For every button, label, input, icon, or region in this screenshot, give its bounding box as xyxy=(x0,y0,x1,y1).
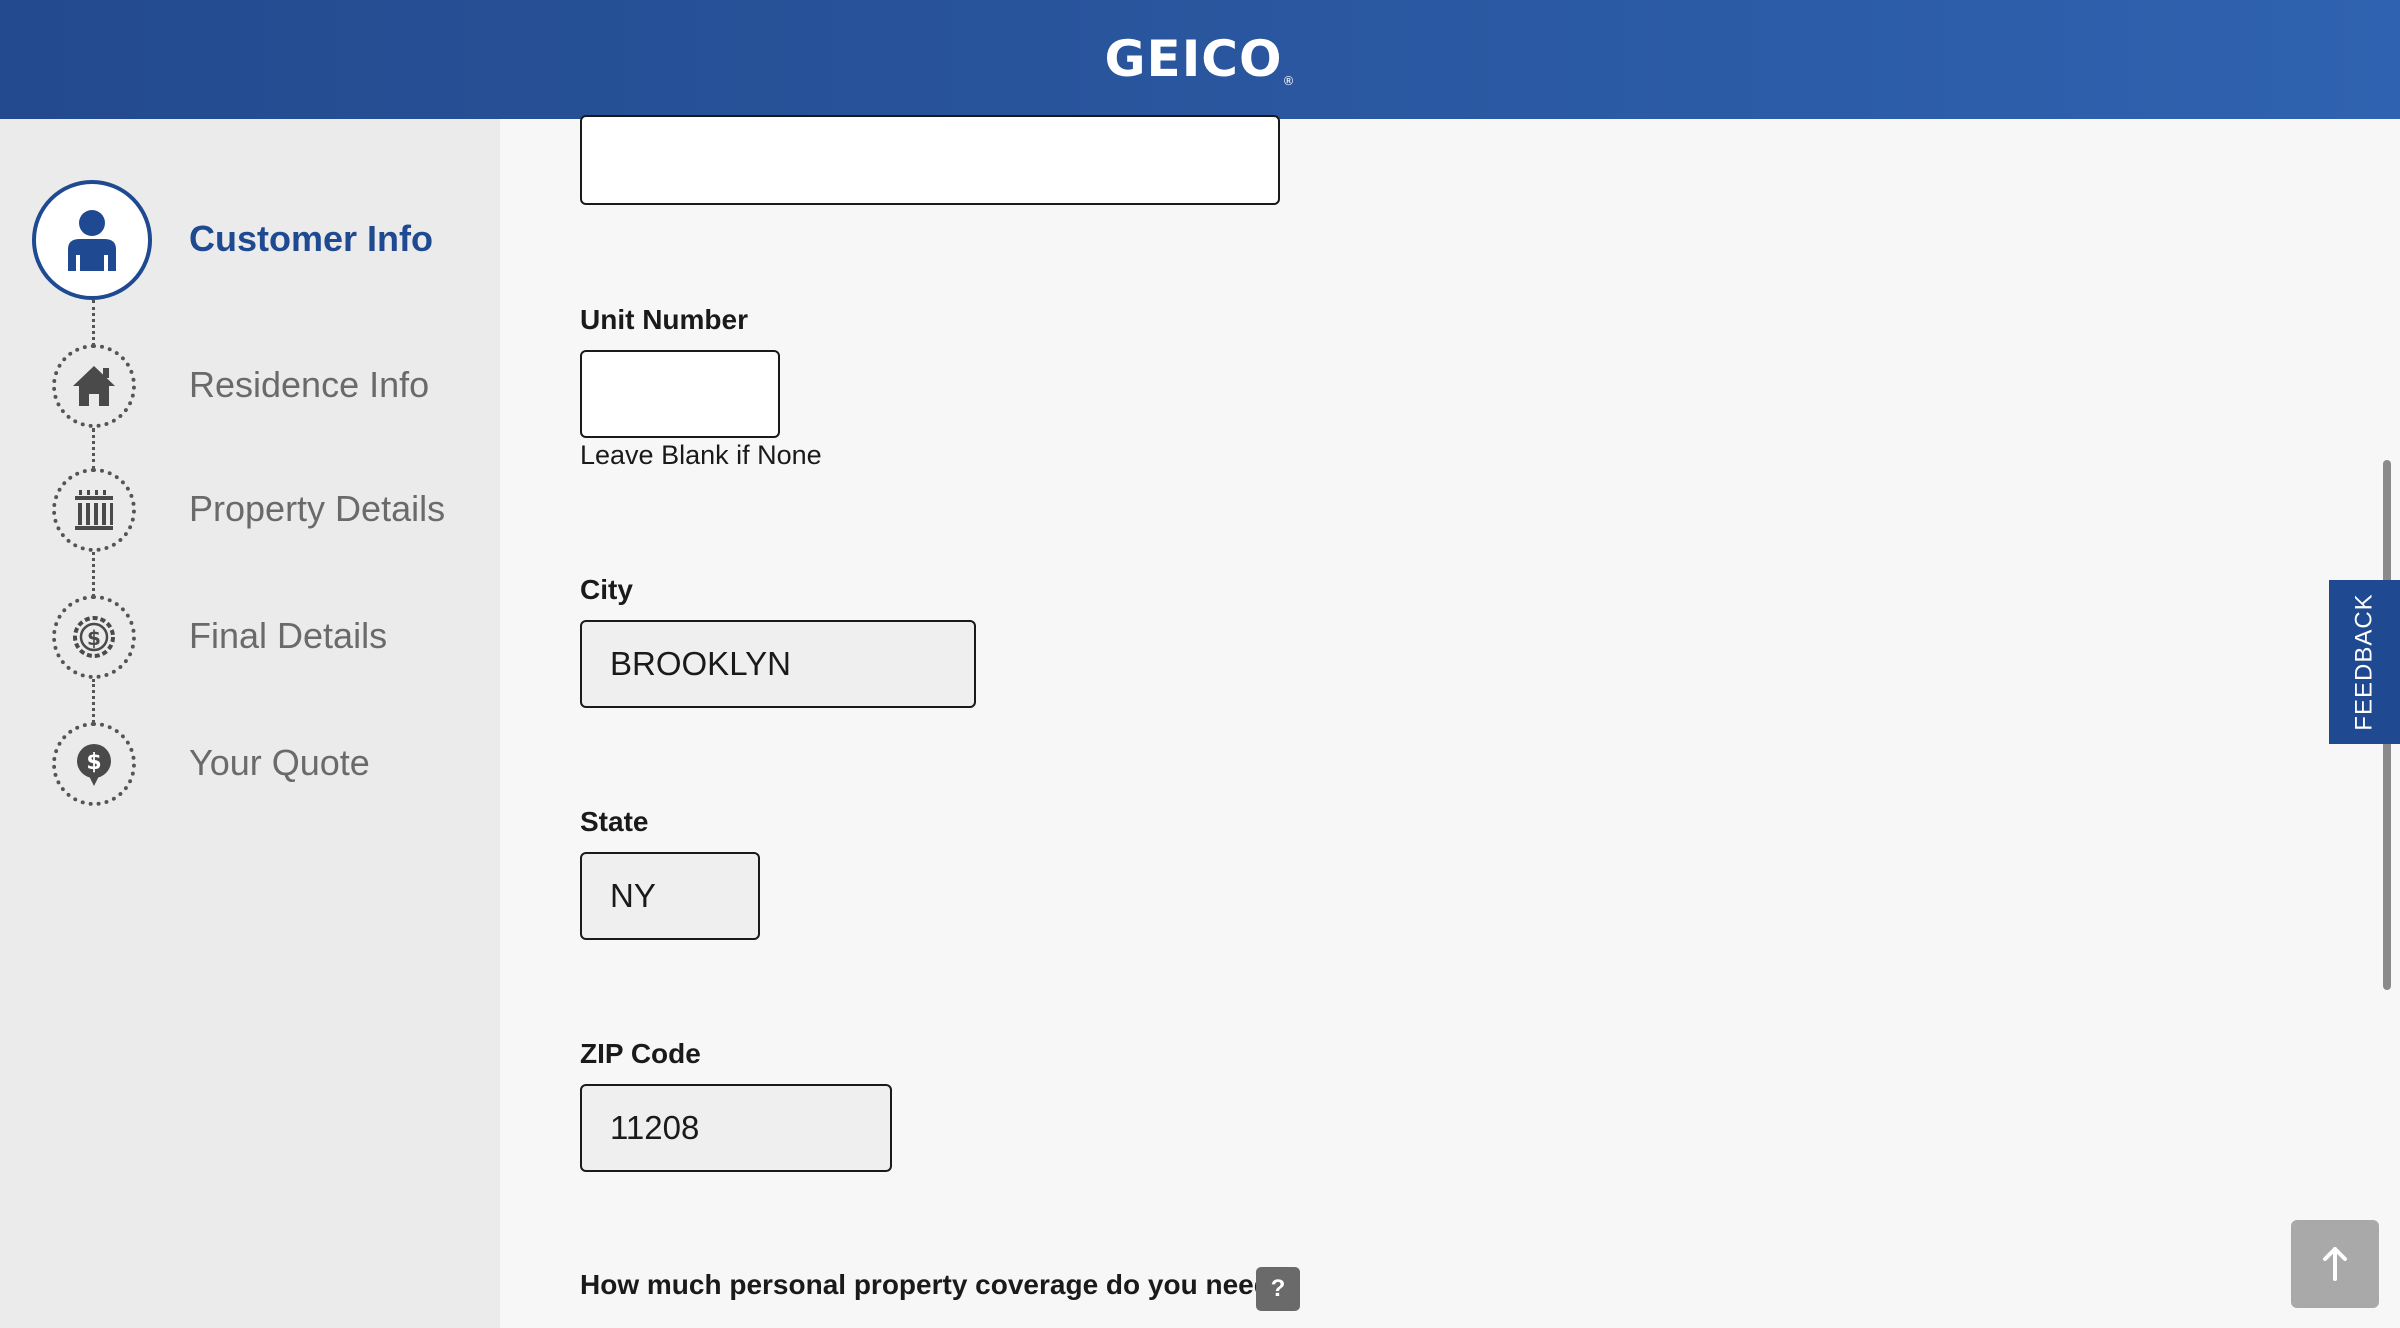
step-label: Property Details xyxy=(189,488,446,529)
city-input[interactable] xyxy=(580,620,976,708)
step-final-details[interactable]: $ Final Details xyxy=(0,595,500,679)
street-address-input[interactable] xyxy=(580,115,1280,205)
step-property-details[interactable]: Property Details xyxy=(0,468,500,552)
help-button[interactable]: ? xyxy=(1256,1267,1300,1311)
person-icon xyxy=(68,210,116,271)
step-connector xyxy=(92,552,95,597)
svg-text:$: $ xyxy=(86,750,101,775)
zip-code-input[interactable] xyxy=(580,1084,892,1172)
step-connector xyxy=(92,428,95,470)
header-bar: GEICO® xyxy=(0,0,2400,119)
dollar-badge-icon: $ xyxy=(73,616,115,658)
step-circle: $ xyxy=(52,722,136,806)
step-connector xyxy=(92,679,95,723)
step-label: Residence Info xyxy=(189,364,430,405)
svg-text:$: $ xyxy=(87,626,101,650)
step-label: Your Quote xyxy=(189,742,370,783)
unit-number-input[interactable] xyxy=(580,350,780,438)
step-circle-active xyxy=(32,180,152,300)
back-to-top-button[interactable] xyxy=(2291,1220,2379,1308)
unit-number-label: Unit Number xyxy=(580,304,748,335)
arrow-up-icon xyxy=(2323,1247,2347,1281)
city-field[interactable] xyxy=(582,622,974,706)
house-icon xyxy=(73,366,115,406)
step-connector xyxy=(92,300,95,346)
step-circle xyxy=(52,344,136,428)
step-your-quote[interactable]: $ Your Quote xyxy=(0,722,500,806)
feedback-tab[interactable]: FEEDBACK xyxy=(2329,580,2400,744)
step-circle: $ xyxy=(52,595,136,679)
step-label: Final Details xyxy=(189,615,388,656)
progress-sidebar: Customer Info Residence Info Property De… xyxy=(0,119,500,1328)
step-label: Customer Info xyxy=(189,218,434,259)
unit-number-hint: Leave Blank if None xyxy=(580,440,822,470)
building-icon xyxy=(75,490,113,530)
feedback-label: FEEDBACK xyxy=(2350,593,2378,731)
step-circle xyxy=(52,468,136,552)
unit-number-field[interactable] xyxy=(582,352,778,436)
geico-logo[interactable]: GEICO® xyxy=(0,30,2400,88)
zip-code-field[interactable] xyxy=(582,1086,890,1170)
state-field[interactable] xyxy=(582,854,758,938)
address-form: Unit Number Leave Blank if None City Sta… xyxy=(500,115,2400,1328)
step-residence-info[interactable]: Residence Info xyxy=(0,344,500,428)
step-customer-info[interactable]: Customer Info xyxy=(0,180,500,300)
dollar-bubble-icon: $ xyxy=(77,744,111,786)
state-input[interactable] xyxy=(580,852,760,940)
zip-code-label: ZIP Code xyxy=(580,1038,701,1069)
coverage-question: How much personal property coverage do y… xyxy=(580,1269,1288,1300)
city-label: City xyxy=(580,574,633,605)
state-label: State xyxy=(580,806,649,837)
street-address-field[interactable] xyxy=(582,117,1278,203)
